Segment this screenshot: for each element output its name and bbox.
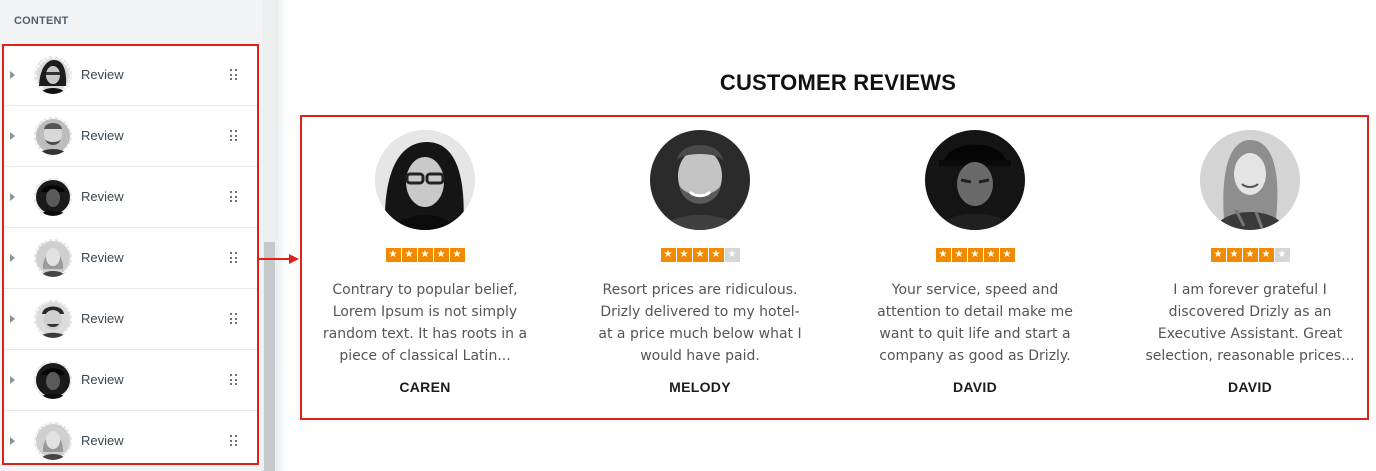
list-item[interactable]: Review	[4, 167, 257, 228]
star-rating: ★ ★ ★ ★ ★	[850, 248, 1100, 262]
star-filled-icon: ★	[999, 248, 1015, 262]
list-item[interactable]: Review	[4, 289, 257, 350]
reviewer-avatar	[375, 130, 475, 230]
drag-handle-icon[interactable]	[230, 435, 238, 447]
star-filled-icon: ★	[385, 248, 401, 262]
review-thumbnail	[34, 56, 72, 94]
list-item-label: Review	[81, 372, 124, 387]
review-text: Your service, speed and attention to det…	[877, 282, 1073, 364]
reviewer-name: CAREN	[399, 379, 451, 395]
star-filled-icon: ★	[935, 248, 951, 262]
star-empty-icon: ★	[724, 248, 740, 262]
review-thumbnail	[34, 361, 72, 399]
review-text: I am forever grateful I discovered Drizl…	[1145, 282, 1355, 364]
review-thumbnail	[34, 300, 72, 338]
list-item-label: Review	[81, 128, 124, 143]
page-root: CONTENT Review Review Review Review Revi…	[0, 0, 1376, 471]
drag-handle-icon[interactable]	[230, 374, 238, 386]
star-filled-icon: ★	[1226, 248, 1242, 262]
star-filled-icon: ★	[417, 248, 433, 262]
review-thumbnail	[34, 178, 72, 216]
star-filled-icon: ★	[449, 248, 465, 262]
reviewer-name: DAVID	[1227, 379, 1273, 395]
caret-right-icon[interactable]	[10, 132, 15, 140]
list-item[interactable]: Review	[4, 411, 257, 464]
star-filled-icon: ★	[401, 248, 417, 262]
star-rating: ★ ★ ★ ★ ★	[1125, 248, 1375, 262]
star-filled-icon: ★	[1242, 248, 1258, 262]
star-filled-icon: ★	[967, 248, 983, 262]
list-item-label: Review	[81, 311, 124, 326]
reviewer-avatar	[650, 130, 750, 230]
star-filled-icon: ★	[692, 248, 708, 262]
reviewer-name: MELODY	[669, 379, 731, 395]
list-item[interactable]: Review	[4, 350, 257, 411]
star-filled-icon: ★	[676, 248, 692, 262]
star-filled-icon: ★	[1258, 248, 1274, 262]
reviewer-avatar	[925, 130, 1025, 230]
list-item-label: Review	[81, 433, 124, 448]
drag-handle-icon[interactable]	[230, 191, 238, 203]
review-item-list: Review Review Review Review Review Revie…	[4, 45, 257, 464]
drag-handle-icon[interactable]	[230, 252, 238, 264]
star-rating: ★ ★ ★ ★ ★	[300, 248, 550, 262]
star-filled-icon: ★	[660, 248, 676, 262]
drag-handle-icon[interactable]	[230, 69, 238, 81]
list-item-label: Review	[81, 67, 124, 82]
review-card: ★ ★ ★ ★ ★ Resort prices are ridiculous. Driz…	[575, 130, 825, 395]
star-filled-icon: ★	[983, 248, 999, 262]
star-filled-icon: ★	[951, 248, 967, 262]
star-rating: ★ ★ ★ ★ ★	[575, 248, 825, 262]
list-item[interactable]: Review	[4, 228, 257, 289]
star-empty-icon: ★	[1274, 248, 1290, 262]
list-item-label: Review	[81, 250, 124, 265]
arrow-right-icon	[289, 254, 299, 264]
review-thumbnail	[34, 422, 72, 460]
content-section-label: CONTENT	[14, 15, 69, 27]
review-card: ★ ★ ★ ★ ★ I am forever grateful I discovered…	[1125, 130, 1375, 395]
caret-right-icon[interactable]	[10, 376, 15, 384]
caret-right-icon[interactable]	[10, 437, 15, 445]
panel-divider	[276, 0, 286, 471]
list-item-label: Review	[81, 189, 124, 204]
drag-handle-icon[interactable]	[230, 313, 238, 325]
panel-scrollbar-thumb[interactable]	[264, 242, 275, 471]
review-thumbnail	[34, 239, 72, 277]
review-text: Resort prices are ridiculous. Drizly del…	[598, 282, 802, 364]
caret-right-icon[interactable]	[10, 254, 15, 262]
star-filled-icon: ★	[433, 248, 449, 262]
drag-handle-icon[interactable]	[230, 130, 238, 142]
content-panel: CONTENT Review Review Review Review Revi…	[0, 0, 262, 471]
list-item[interactable]: Review	[4, 45, 257, 106]
section-title: CUSTOMER REVIEWS	[719, 70, 957, 95]
list-item[interactable]: Review	[4, 106, 257, 167]
review-text: Contrary to popular belief, Lorem Ipsum …	[322, 282, 528, 364]
star-filled-icon: ★	[708, 248, 724, 262]
reviewer-name: DAVID	[952, 379, 998, 395]
reviewer-avatar	[1200, 130, 1300, 230]
review-card: ★ ★ ★ ★ ★ Your service, speed and attention …	[850, 130, 1100, 395]
star-filled-icon: ★	[1210, 248, 1226, 262]
highlight-connector-line	[259, 258, 291, 260]
review-thumbnail	[34, 117, 72, 155]
caret-right-icon[interactable]	[10, 71, 15, 79]
caret-right-icon[interactable]	[10, 315, 15, 323]
review-card: ★ ★ ★ ★ ★ Contrary to popular belief, Lorem …	[300, 130, 550, 395]
caret-right-icon[interactable]	[10, 193, 15, 201]
